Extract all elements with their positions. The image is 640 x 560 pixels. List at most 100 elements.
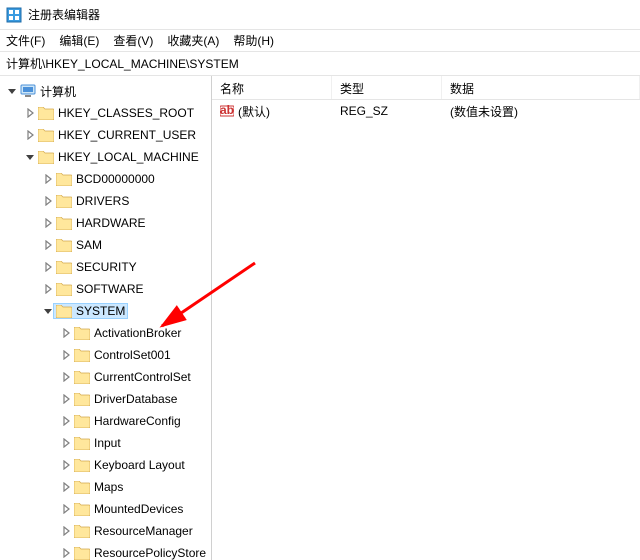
cell-name: ab (默认) [212, 103, 332, 120]
folder-icon [56, 283, 72, 296]
folder-icon [56, 173, 72, 186]
menu-file[interactable]: 文件(F) [6, 32, 45, 49]
tree-label: ControlSet001 [94, 348, 171, 362]
tree-item-Keyboard-Layout[interactable]: Keyboard Layout [0, 454, 211, 476]
tree-label: SECURITY [76, 260, 137, 274]
main-split: 计算机 HKEY_CLASSES_ROOT HKEY_CURRENT_USER HKE… [0, 76, 640, 560]
regedit-icon [6, 7, 22, 23]
tree-label: ResourceManager [94, 524, 193, 538]
tree-item-DRIVERS[interactable]: DRIVERS [0, 190, 211, 212]
tree-label: ActivationBroker [94, 326, 181, 340]
menu-favorites[interactable]: 收藏夹(A) [167, 32, 219, 49]
tree-label: DRIVERS [76, 194, 129, 208]
expand-toggle[interactable] [24, 151, 36, 163]
expand-toggle[interactable] [42, 173, 54, 185]
tree-item-ResourceManager[interactable]: ResourceManager [0, 520, 211, 542]
expand-toggle[interactable] [42, 283, 54, 295]
titlebar: 注册表编辑器 [0, 0, 640, 30]
menubar: 文件(F) 编辑(E) 查看(V) 收藏夹(A) 帮助(H) [0, 30, 640, 52]
tree-label: SOFTWARE [76, 282, 144, 296]
tree-item-SAM[interactable]: SAM [0, 234, 211, 256]
tree-item-MountedDevices[interactable]: MountedDevices [0, 498, 211, 520]
expand-toggle[interactable] [60, 393, 72, 405]
tree-item-ActivationBroker[interactable]: ActivationBroker [0, 322, 211, 344]
tree-item-BCD00000000[interactable]: BCD00000000 [0, 168, 211, 190]
folder-icon [74, 437, 90, 450]
folder-icon [56, 305, 72, 318]
folder-icon [56, 195, 72, 208]
expand-toggle[interactable] [6, 85, 18, 97]
expand-toggle[interactable] [60, 371, 72, 383]
expand-toggle[interactable] [60, 327, 72, 339]
expand-toggle[interactable] [60, 437, 72, 449]
folder-icon [38, 107, 54, 120]
tree-item-SYSTEM[interactable]: SYSTEM [0, 300, 211, 322]
expand-toggle[interactable] [60, 525, 72, 537]
svg-text:ab: ab [220, 104, 234, 117]
folder-icon [38, 129, 54, 142]
col-name[interactable]: 名称 [212, 76, 332, 99]
address-bar[interactable]: 计算机\HKEY_LOCAL_MACHINE\SYSTEM [0, 52, 640, 76]
tree-item-SECURITY[interactable]: SECURITY [0, 256, 211, 278]
folder-icon [74, 349, 90, 362]
tree-item-HKEY_CLASSES_ROOT[interactable]: HKEY_CLASSES_ROOT [0, 102, 211, 124]
tree-panel[interactable]: 计算机 HKEY_CLASSES_ROOT HKEY_CURRENT_USER HKE… [0, 76, 212, 560]
list-panel[interactable]: 名称 类型 数据 ab (默认) REG_SZ (数值未设置) [212, 76, 640, 560]
col-type[interactable]: 类型 [332, 76, 442, 99]
tree-item-SOFTWARE[interactable]: SOFTWARE [0, 278, 211, 300]
expand-toggle[interactable] [42, 261, 54, 273]
menu-view[interactable]: 查看(V) [113, 32, 153, 49]
window-title: 注册表编辑器 [28, 6, 100, 23]
tree-item-HKEY_LOCAL_MACHINE[interactable]: HKEY_LOCAL_MACHINE [0, 146, 211, 168]
folder-icon [74, 481, 90, 494]
folder-icon [74, 459, 90, 472]
expand-toggle[interactable] [42, 239, 54, 251]
tree-label: DriverDatabase [94, 392, 177, 406]
col-data[interactable]: 数据 [442, 76, 640, 99]
expand-toggle[interactable] [60, 503, 72, 515]
tree-item-DriverDatabase[interactable]: DriverDatabase [0, 388, 211, 410]
menu-help[interactable]: 帮助(H) [233, 32, 274, 49]
folder-icon [74, 393, 90, 406]
expand-toggle[interactable] [60, 349, 72, 361]
expand-toggle[interactable] [60, 459, 72, 471]
tree-item-ControlSet001[interactable]: ControlSet001 [0, 344, 211, 366]
expand-toggle[interactable] [24, 107, 36, 119]
menu-edit[interactable]: 编辑(E) [59, 32, 99, 49]
expand-toggle[interactable] [42, 217, 54, 229]
tree-label: HARDWARE [76, 216, 146, 230]
expand-toggle[interactable] [42, 195, 54, 207]
expand-toggle[interactable] [24, 129, 36, 141]
folder-icon [56, 261, 72, 274]
tree-item-HardwareConfig[interactable]: HardwareConfig [0, 410, 211, 432]
tree-item-ResourcePolicyStore[interactable]: ResourcePolicyStore [0, 542, 211, 560]
tree-label: Maps [94, 480, 123, 494]
tree-item-HARDWARE[interactable]: HARDWARE [0, 212, 211, 234]
folder-icon [74, 371, 90, 384]
tree-label: HardwareConfig [94, 414, 181, 428]
tree-label: HKEY_CLASSES_ROOT [58, 106, 194, 120]
cell-type: REG_SZ [332, 104, 442, 118]
tree-label: BCD00000000 [76, 172, 155, 186]
tree-item-HKEY_CURRENT_USER[interactable]: HKEY_CURRENT_USER [0, 124, 211, 146]
tree-label: SAM [76, 238, 102, 252]
cell-data: (数值未设置) [442, 103, 640, 120]
folder-icon [56, 217, 72, 230]
folder-icon [74, 547, 90, 560]
address-path: 计算机\HKEY_LOCAL_MACHINE\SYSTEM [6, 55, 239, 72]
expand-toggle[interactable] [60, 547, 72, 559]
tree-item-Input[interactable]: Input [0, 432, 211, 454]
expand-toggle[interactable] [60, 415, 72, 427]
tree-item-CurrentControlSet[interactable]: CurrentControlSet [0, 366, 211, 388]
tree-label: HKEY_CURRENT_USER [58, 128, 196, 142]
expand-toggle[interactable] [60, 481, 72, 493]
folder-icon [74, 327, 90, 340]
string-value-icon: ab [220, 104, 234, 118]
computer-icon [20, 84, 36, 98]
tree-item-计算机[interactable]: 计算机 [0, 80, 211, 102]
tree-label: Keyboard Layout [94, 458, 185, 472]
list-row[interactable]: ab (默认) REG_SZ (数值未设置) [212, 100, 640, 122]
folder-icon [74, 525, 90, 538]
tree-item-Maps[interactable]: Maps [0, 476, 211, 498]
folder-icon [74, 415, 90, 428]
